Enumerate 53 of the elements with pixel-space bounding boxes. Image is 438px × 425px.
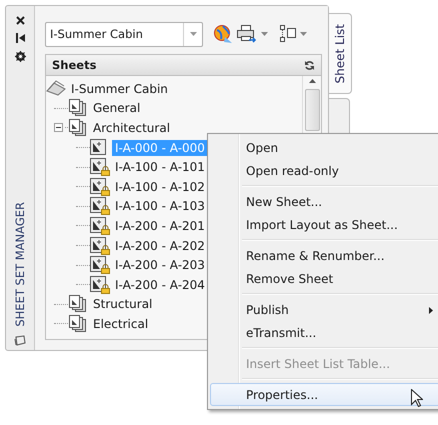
tree-item[interactable]: I-A-100 - A-101 [112,159,208,176]
tree-item[interactable]: Structural [90,296,156,312]
tree-item[interactable]: I-A-100 - A-102 [112,178,208,195]
menu-item[interactable]: Publish [210,298,438,321]
collapse-toggle[interactable] [54,123,63,132]
caret-icon [190,32,196,36]
scroll-up-icon[interactable] [308,79,316,83]
tree-item[interactable]: I-A-100 - A-103 [112,198,208,214]
refresh-icon[interactable] [304,60,315,70]
caret-icon[interactable] [261,32,268,36]
sheet-stack-icon [68,99,88,118]
tree-item[interactable]: I-A-200 - A-202 [112,238,208,254]
tree-item[interactable]: I-A-200 - A-204 [112,276,208,293]
sheet-icon [90,178,107,195]
menu-item[interactable]: Properties... [210,383,438,406]
palette-title: SHEET SET MANAGER [13,202,27,327]
sheet-stack-icon [68,118,88,137]
tree-item[interactable]: I-A-200 - A-203 [112,257,208,274]
tree-item[interactable]: General [90,100,144,116]
menu-item[interactable]: Open [210,136,438,159]
menu-item[interactable]: eTransmit... [210,321,438,344]
header-title: Sheets [52,58,98,72]
menu-item[interactable]: Open read-only [210,159,438,182]
menu-item[interactable]: New Sheet... [210,190,438,213]
pin-icon[interactable] [16,33,24,43]
menu-item[interactable]: Remove Sheet [210,267,438,290]
tree-item[interactable]: I-A-200 - A-201 [112,218,208,234]
printer-icon[interactable] [237,25,257,43]
sheet-icon [90,236,107,254]
close-icon[interactable] [16,16,24,25]
sheet-stack-icon [68,295,88,314]
sheet-set-dropdown[interactable]: I-Summer Cabin [45,22,203,46]
sheet-icon [90,197,107,214]
sheet-icon [90,216,107,234]
properties-icon[interactable] [14,335,26,346]
scrollbar-thumb[interactable] [304,89,320,131]
settings-icon[interactable] [14,51,26,62]
tree-item[interactable]: Electrical [90,316,152,332]
sheet-icon [90,256,107,274]
menu-item[interactable]: Import Layout as Sheet... [210,213,438,236]
cursor-icon [411,389,423,407]
tree-item[interactable]: Architectural [90,120,174,136]
tree-item[interactable]: I-Summer Cabin [68,80,171,97]
sheet-set-icon [46,80,66,96]
menu-item[interactable]: Rename & Renumber... [210,244,438,267]
side-tab[interactable]: Sheet List [329,13,352,94]
layout-icon[interactable] [280,25,296,43]
sheet-stack-icon [68,314,88,333]
sheet-icon [90,276,107,293]
caret-icon[interactable] [300,32,307,36]
globe-icon[interactable] [213,24,233,44]
sheet-icon [90,138,107,156]
sheet-icon [90,158,107,176]
